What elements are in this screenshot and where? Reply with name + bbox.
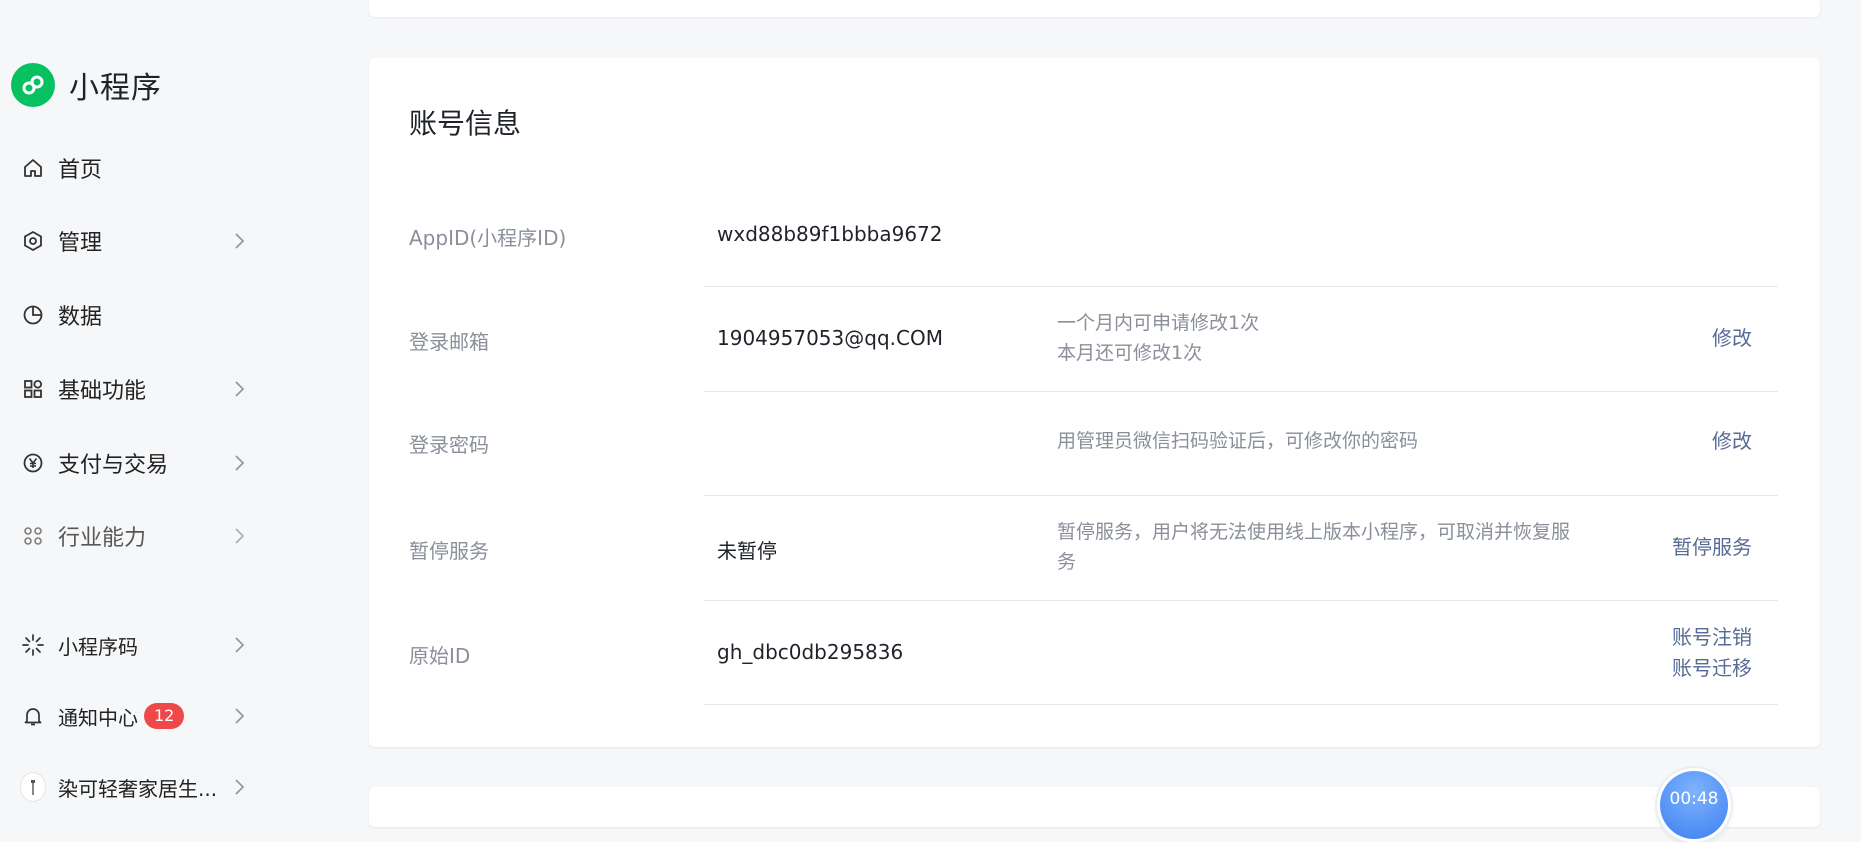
account-actions: 账号注销 账号迁移 [1672, 622, 1752, 684]
mini-program-logo-icon [11, 63, 55, 107]
row-divider [704, 600, 1778, 601]
password-label: 登录密码 [409, 433, 489, 457]
sidebar-item-industry[interactable]: 行业能力 [20, 514, 250, 558]
original-id-value: gh_dbc0db295836 [717, 640, 904, 664]
cancel-account-link[interactable]: 账号注销 [1672, 622, 1752, 653]
pause-service-desc: 暂停服务，用户将无法使用线上版本小程序，可取消并恢复服务 [1057, 521, 1571, 573]
row-divider [704, 704, 1778, 705]
sidebar-item-home[interactable]: 首页 [20, 146, 250, 190]
home-icon [20, 155, 46, 181]
sidebar-item-label: 行业能力 [58, 526, 147, 551]
chevron-right-icon [235, 708, 245, 724]
avatar [20, 772, 46, 802]
timer-text: 00:48 [1669, 789, 1719, 809]
edit-email-link[interactable]: 修改 [1712, 323, 1752, 354]
sidebar-item-label: 管理 [58, 231, 103, 256]
brand[interactable]: 小程序 [11, 63, 162, 107]
brand-name: 小程序 [69, 71, 162, 106]
section-title: 账号信息 [409, 107, 522, 140]
pause-service-label: 暂停服务 [409, 539, 489, 563]
industry-nodes-icon [20, 523, 46, 549]
sidebar-item-label: 支付与交易 [58, 453, 169, 478]
password-desc: 用管理员微信扫码验证后，可修改你的密码 [1057, 430, 1419, 452]
sidebar-item-label: 基础功能 [58, 379, 147, 404]
notification-count-badge: 12 [144, 703, 185, 729]
sidebar-item-data[interactable]: 数据 [20, 293, 250, 337]
yen-circle-icon [20, 450, 46, 476]
appid-label: AppID(小程序ID) [409, 226, 567, 250]
sidebar: 小程序 首页 管理 数据 基础功能 支付与交易 行业能力 小程序码 通知中心 1… [0, 0, 290, 811]
pie-chart-icon [20, 302, 46, 328]
email-desc: 一个月内可申请修改1次 本月还可修改1次 [1057, 308, 1587, 368]
sidebar-item-payment[interactable]: 支付与交易 [20, 441, 250, 485]
sidebar-item-basic-features[interactable]: 基础功能 [20, 367, 250, 411]
bell-icon [20, 703, 46, 729]
email-label: 登录邮箱 [409, 330, 489, 354]
email-value: 1904957053@qq.COM [717, 326, 943, 350]
email-desc-line: 本月还可修改1次 [1057, 342, 1203, 364]
account-info-card: 账号信息 AppID(小程序ID) wxd88b89f1bbba9672 登录邮… [369, 58, 1820, 747]
pause-service-status: 未暂停 [717, 539, 777, 563]
sidebar-item-mini-program-code[interactable]: 小程序码 [20, 623, 250, 667]
edit-password-link[interactable]: 修改 [1712, 426, 1752, 457]
grid-apps-icon [20, 376, 46, 402]
timer-face: 00:48 [1660, 771, 1728, 839]
chevron-right-icon [235, 779, 245, 795]
appid-value: wxd88b89f1bbba9672 [717, 222, 943, 246]
floating-timer-button[interactable]: 00:48 [1657, 768, 1731, 842]
chevron-right-icon [235, 381, 245, 397]
chevron-right-icon [235, 233, 245, 249]
sidebar-item-label: 通知中心 [58, 705, 138, 730]
chevron-right-icon [235, 455, 245, 471]
sidebar-item-notifications[interactable]: 通知中心 12 [20, 694, 250, 738]
row-divider [704, 391, 1778, 392]
chevron-right-icon [235, 528, 245, 544]
sidebar-item-label: 染可轻奢家居生... [58, 776, 218, 801]
original-id-label: 原始ID [409, 644, 471, 668]
row-divider [704, 495, 1778, 496]
sidebar-item-label: 首页 [58, 158, 103, 183]
email-desc-line: 一个月内可申请修改1次 [1057, 312, 1260, 334]
sidebar-item-label: 小程序码 [58, 634, 138, 659]
sidebar-item-manage[interactable]: 管理 [20, 219, 250, 263]
previous-section-card [369, 0, 1820, 17]
sidebar-item-account-name[interactable]: 染可轻奢家居生... [20, 765, 250, 809]
next-section-card [369, 787, 1820, 827]
mini-program-code-icon [20, 632, 46, 658]
migrate-account-link[interactable]: 账号迁移 [1672, 653, 1752, 684]
chevron-right-icon [235, 637, 245, 653]
account-avatar-icon [20, 772, 46, 802]
sidebar-item-label: 数据 [58, 305, 103, 330]
pause-service-link[interactable]: 暂停服务 [1672, 532, 1752, 563]
hexagon-settings-icon [20, 228, 46, 254]
row-divider [704, 286, 1778, 287]
